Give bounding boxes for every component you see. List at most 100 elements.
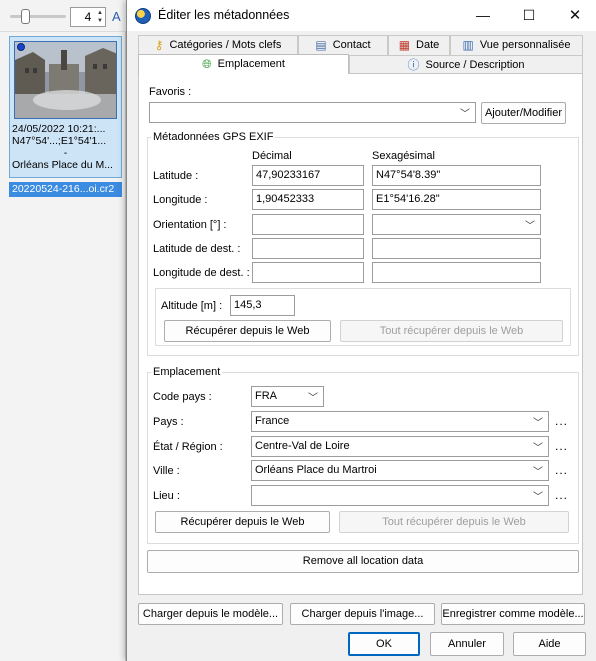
chevron-down-icon[interactable]: ﹀ (308, 389, 318, 404)
minimize-button[interactable]: — (460, 0, 506, 31)
thumbnail-browser-panel: 4 ▲ ▼ A 24/05/2022 10:21:... N47°54'...;… (0, 0, 126, 661)
gps-fetch-all-web-button[interactable]: Tout récupérer depuis le Web (340, 320, 563, 342)
tab-custom-view-label: Vue personnalisée (479, 39, 571, 51)
chevron-down-icon[interactable]: ﹀ (533, 414, 543, 429)
chevron-down-icon[interactable]: ﹀ (533, 488, 543, 503)
globe-icon: 🌐︎ (202, 57, 212, 71)
sexagesimal-column-header: Sexagésimal (372, 150, 435, 162)
dest-latitude-decimal-input[interactable] (252, 238, 364, 259)
ok-button[interactable]: OK (348, 632, 420, 656)
tab-date[interactable]: ▦ Date (388, 35, 450, 55)
edit-metadata-dialog: Éditer les métadonnées — ☐ ✕ ⚷ Catégories… (126, 0, 596, 661)
dest-latitude-label: Latitude de dest. : (153, 243, 241, 255)
state-combo[interactable]: Centre-Val de Loire ﹀ (251, 436, 549, 457)
orientation-decimal-input[interactable] (252, 214, 364, 235)
add-modify-favorite-button[interactable]: Ajouter/Modifier (481, 102, 566, 124)
dest-longitude-decimal-input[interactable] (252, 262, 364, 283)
latitude-label: Latitude : (153, 170, 199, 182)
tab-location-label: Emplacement (217, 58, 285, 70)
longitude-label: Longitude : (153, 194, 208, 206)
tab-contact-label: Contact (332, 39, 371, 51)
location-fetch-web-button[interactable]: Récupérer depuis le Web (155, 511, 330, 533)
location-fetch-all-web-button[interactable]: Tout récupérer depuis le Web (339, 511, 569, 533)
save-as-template-button[interactable]: Enregistrer comme modèle... (441, 603, 585, 625)
contact-card-icon: ▤ (315, 38, 327, 52)
tab-location[interactable]: 🌐︎ Emplacement (138, 54, 349, 74)
gps-fetch-web-button[interactable]: Récupérer depuis le Web (164, 320, 331, 342)
place-label: Lieu : (153, 490, 180, 502)
country-code-value: FRA (255, 390, 277, 402)
browser-toolbar: 4 ▲ ▼ A (0, 0, 126, 32)
thumbnail-card[interactable]: 24/05/2022 10:21:... N47°54'...;E1°54'1.… (9, 36, 122, 178)
chevron-down-icon[interactable]: ﹀ (533, 463, 543, 478)
chevron-down-icon[interactable]: ﹀ (460, 105, 470, 120)
gps-exif-group-title: Métadonnées GPS EXIF (151, 131, 276, 143)
photo-thumbnail-image (15, 42, 116, 118)
decimal-column-header: Décimal (252, 150, 292, 162)
tab-source-label: Source / Description (425, 59, 525, 71)
altitude-input[interactable]: 145,3 (230, 295, 295, 316)
load-from-image-button[interactable]: Charger depuis l'image... (290, 603, 435, 625)
city-combo[interactable]: Orléans Place du Martroi ﹀ (251, 460, 549, 481)
orientation-label: Orientation [°] : (153, 219, 227, 231)
chevron-down-icon[interactable]: ﹀ (525, 217, 535, 232)
dest-longitude-label: Longitude de dest. : (153, 267, 250, 279)
state-more-button[interactable]: ... (555, 439, 568, 453)
gps-pin-icon (17, 43, 25, 51)
tab-custom-view[interactable]: ▥ Vue personnalisée (450, 35, 583, 55)
zoom-slider[interactable] (10, 15, 66, 18)
country-value: France (255, 415, 290, 427)
load-from-template-button[interactable]: Charger depuis le modèle... (138, 603, 283, 625)
altitude-label: Altitude [m] : (161, 300, 223, 312)
maximize-button[interactable]: ☐ (506, 0, 552, 31)
city-label: Ville : (153, 465, 180, 477)
photo-thumbnail[interactable] (14, 41, 117, 119)
tab-categories[interactable]: ⚷ Catégories / Mots clefs (138, 35, 298, 55)
favorites-label: Favoris : (149, 86, 192, 98)
latitude-sexagesimal-input[interactable]: N47°54'8.39" (372, 165, 541, 186)
country-combo[interactable]: France ﹀ (251, 411, 549, 432)
favorites-combo[interactable]: ﹀ (149, 102, 476, 123)
title-bar[interactable]: Éditer les métadonnées — ☐ ✕ (127, 0, 596, 31)
latitude-decimal-input[interactable]: 47,90233167 (252, 165, 364, 186)
remove-all-location-button[interactable]: Remove all location data (147, 550, 579, 573)
calendar-icon: ▦ (398, 38, 411, 52)
table-icon: ▥ (462, 38, 474, 52)
dialog-title: Éditer les métadonnées (158, 8, 290, 22)
tab-date-label: Date (416, 39, 440, 51)
key-icon: ⚷ (154, 38, 164, 52)
country-code-label: Code pays : (153, 391, 212, 403)
zoom-spinbox[interactable]: 4 ▲ ▼ (70, 7, 106, 27)
dest-longitude-sexagesimal-input[interactable] (372, 262, 541, 283)
location-tab-panel: Favoris : ﹀ Ajouter/Modifier Métadonnées… (138, 73, 583, 595)
thumbnail-info: 24/05/2022 10:21:... N47°54'...;E1°54'1.… (12, 123, 119, 171)
close-button[interactable]: ✕ (552, 0, 596, 31)
country-label: Pays : (153, 416, 184, 428)
city-value: Orléans Place du Martroi (255, 464, 377, 476)
state-value: Centre-Val de Loire (255, 440, 350, 452)
help-button[interactable]: Aide (513, 632, 586, 656)
location-group-title: Emplacement (151, 366, 223, 378)
country-more-button[interactable]: ... (555, 414, 568, 428)
country-code-combo[interactable]: FRA ﹀ (251, 386, 324, 407)
sort-icon[interactable]: A (112, 9, 121, 24)
longitude-decimal-input[interactable]: 1,90452333 (252, 189, 364, 210)
city-more-button[interactable]: ... (555, 463, 568, 477)
state-label: État / Région : (153, 441, 223, 453)
longitude-sexagesimal-input[interactable]: E1°54'16.28" (372, 189, 541, 210)
thumbnail-filename[interactable]: 20220524-216...oi.cr2 (9, 182, 122, 197)
dest-latitude-sexagesimal-input[interactable] (372, 238, 541, 259)
place-more-button[interactable]: ... (555, 488, 568, 502)
thumbnail-date: 24/05/2022 10:21:... (12, 123, 106, 135)
cancel-button[interactable]: Annuler (430, 632, 504, 656)
spin-arrows-icon[interactable]: ▲ ▼ (97, 9, 103, 25)
chevron-down-icon[interactable]: ﹀ (533, 439, 543, 454)
tab-categories-label: Catégories / Mots clefs (169, 39, 282, 51)
orientation-reference-combo[interactable]: ﹀ (372, 214, 541, 235)
tab-contact[interactable]: ▤ Contact (298, 35, 388, 55)
place-combo[interactable]: ﹀ (251, 485, 549, 506)
thumbnail-separator: - (63, 147, 68, 159)
tab-source-description[interactable]: ⓘ Source / Description (349, 55, 583, 75)
zoom-slider-thumb[interactable] (21, 9, 30, 24)
thumbnail-coords: N47°54'...;E1°54'1... (12, 135, 107, 147)
